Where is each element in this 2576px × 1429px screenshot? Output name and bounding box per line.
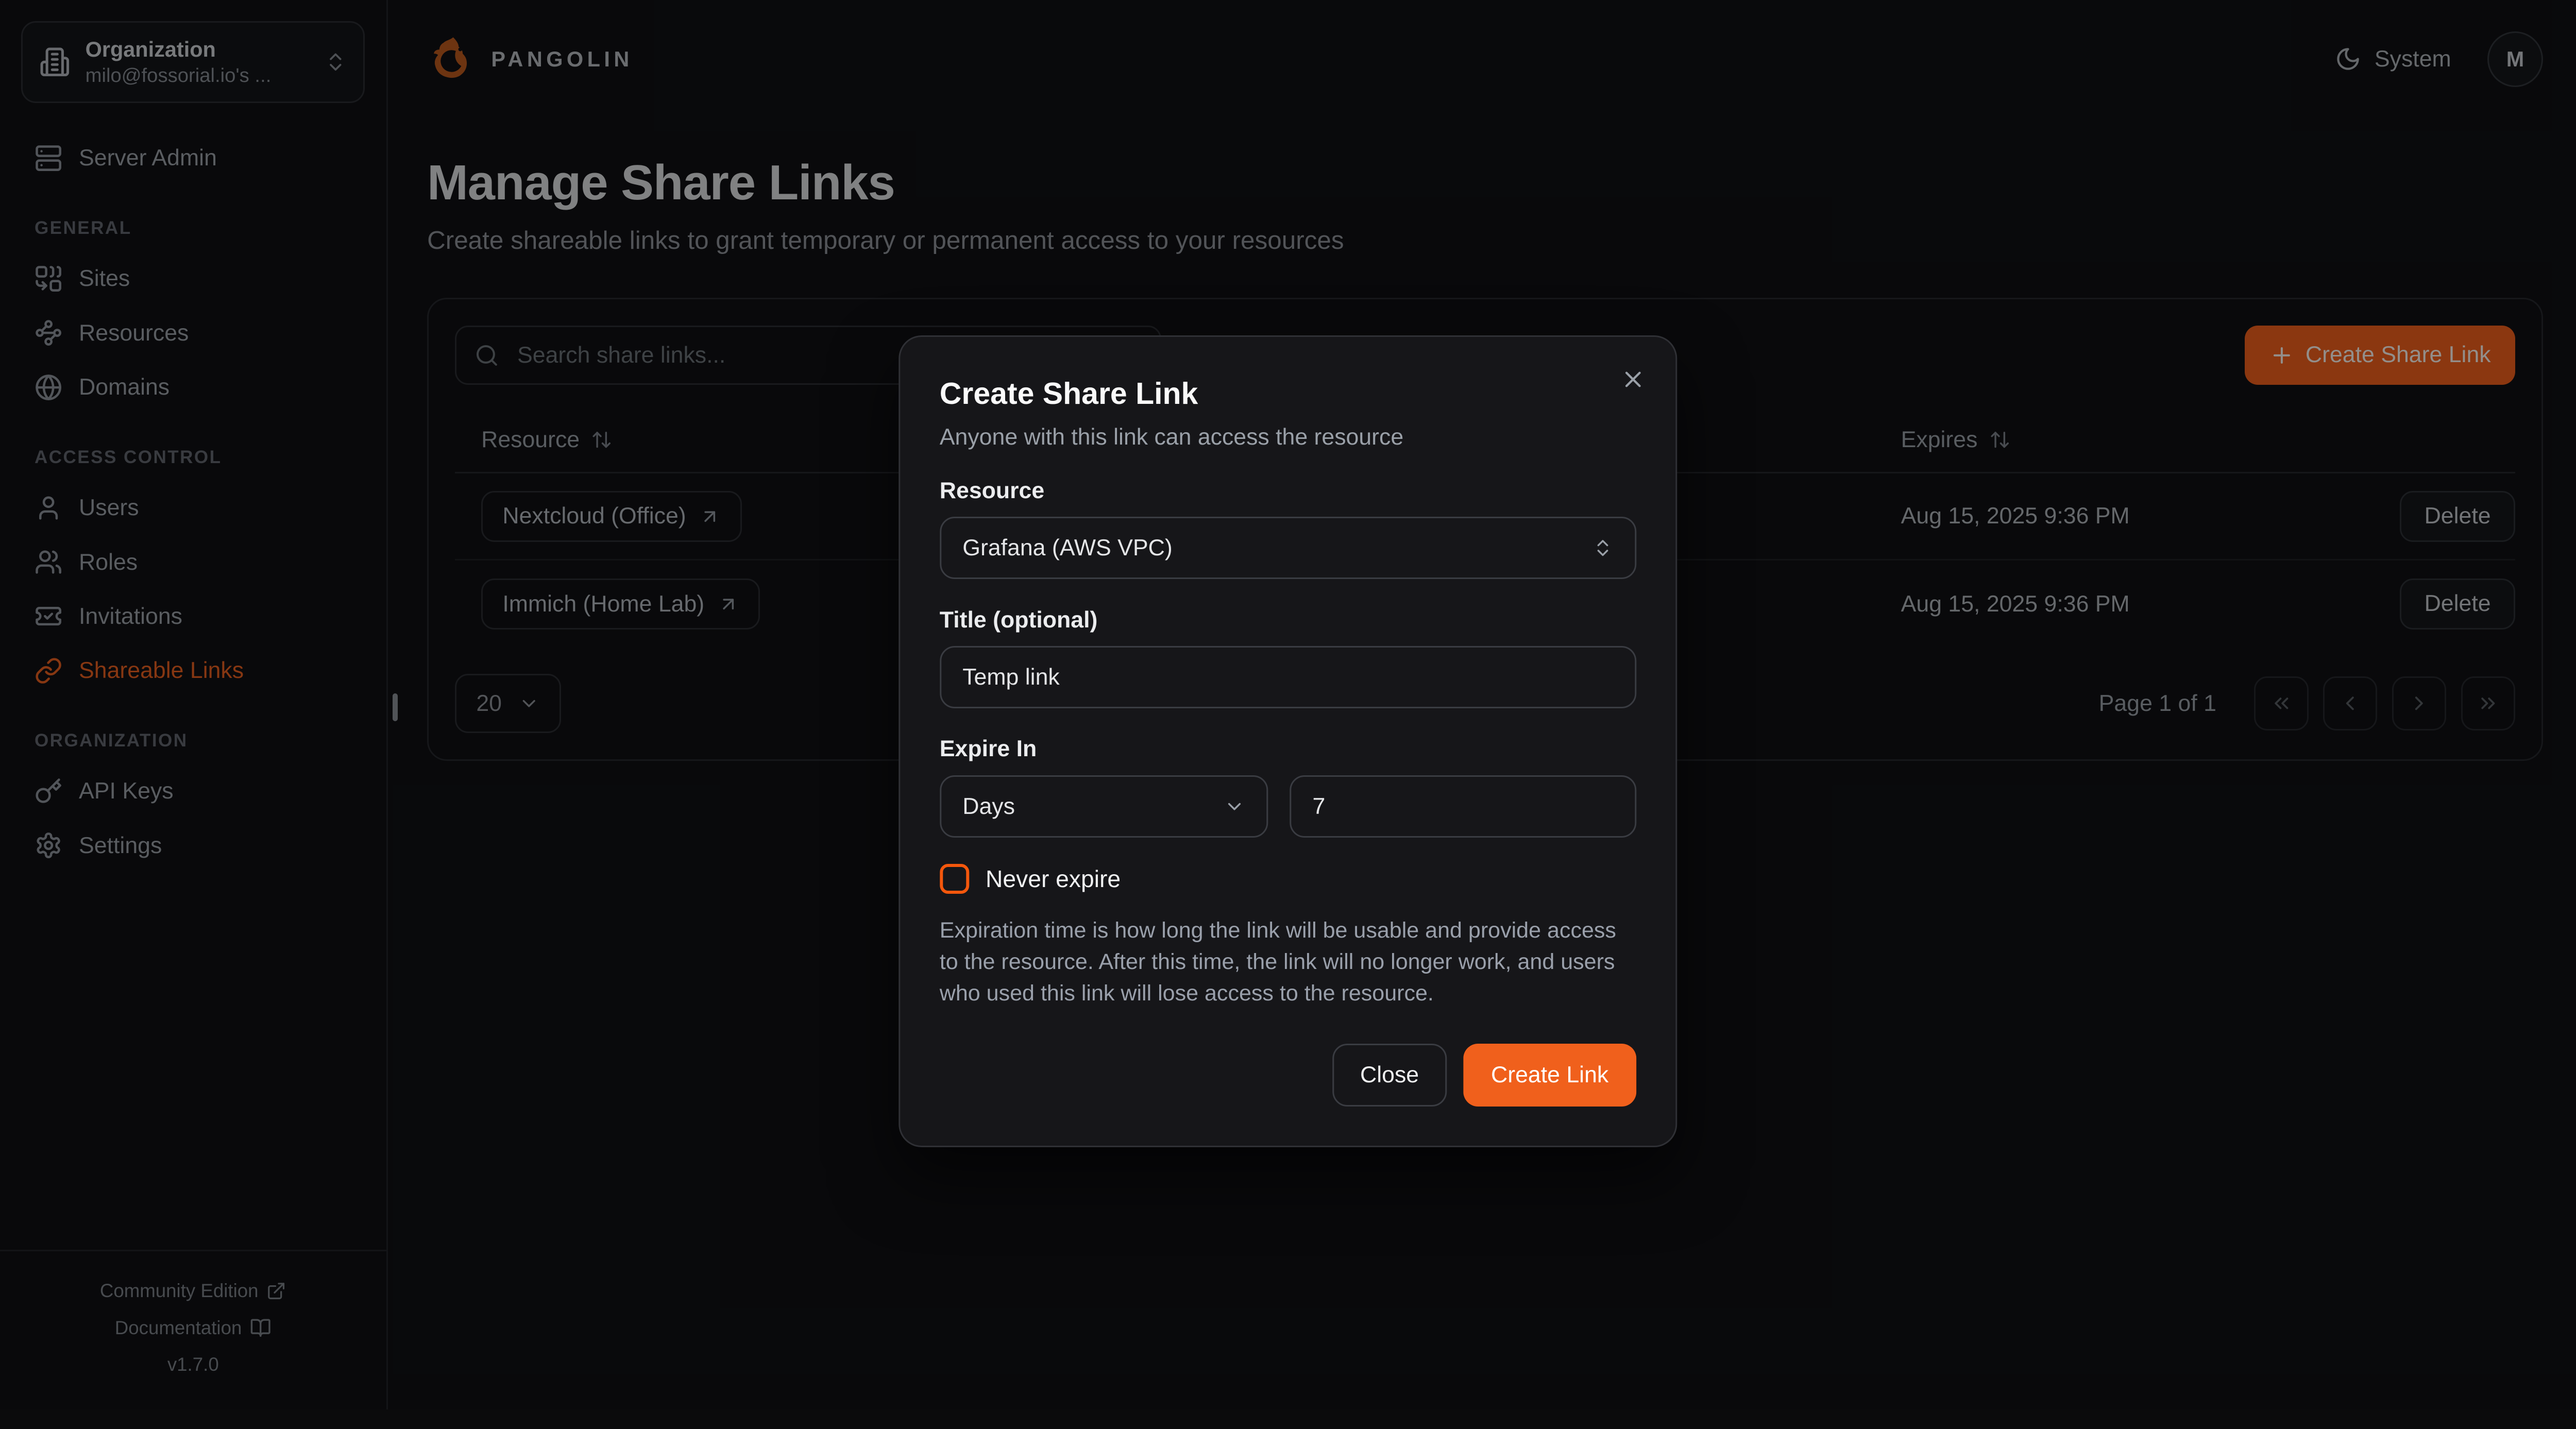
resource-select-value: Grafana (AWS VPC) <box>962 535 1592 561</box>
never-expire-checkbox[interactable] <box>940 864 969 893</box>
expire-unit-value: Days <box>962 794 1224 820</box>
title-input[interactable] <box>962 665 1614 690</box>
never-expire-row[interactable]: Never expire <box>940 864 1636 893</box>
modal-title: Create Share Link <box>940 376 1636 411</box>
expiration-description: Expiration time is how long the link wil… <box>940 915 1636 1009</box>
title-field-label: Title (optional) <box>940 607 1636 633</box>
expire-unit-select[interactable]: Days <box>940 775 1268 838</box>
chevrons-up-down-icon <box>1592 537 1613 558</box>
close-button[interactable]: Close <box>1332 1044 1447 1106</box>
title-field-wrap <box>940 646 1636 708</box>
resource-select[interactable]: Grafana (AWS VPC) <box>940 517 1636 579</box>
create-link-button[interactable]: Create Link <box>1463 1044 1636 1106</box>
modal-subtitle: Anyone with this link can access the res… <box>940 424 1636 450</box>
close-icon[interactable] <box>1617 363 1650 402</box>
expire-field-label: Expire In <box>940 736 1636 762</box>
never-expire-label: Never expire <box>986 865 1121 893</box>
expire-value-wrap <box>1290 775 1636 838</box>
create-share-link-modal: Create Share Link Anyone with this link … <box>899 335 1677 1148</box>
chevron-down-icon <box>1224 796 1245 817</box>
resource-field-label: Resource <box>940 478 1636 504</box>
app-root: Organization milo@fossorial.io's ... Ser… <box>0 0 2576 1409</box>
expire-value-input[interactable] <box>1312 794 1613 820</box>
